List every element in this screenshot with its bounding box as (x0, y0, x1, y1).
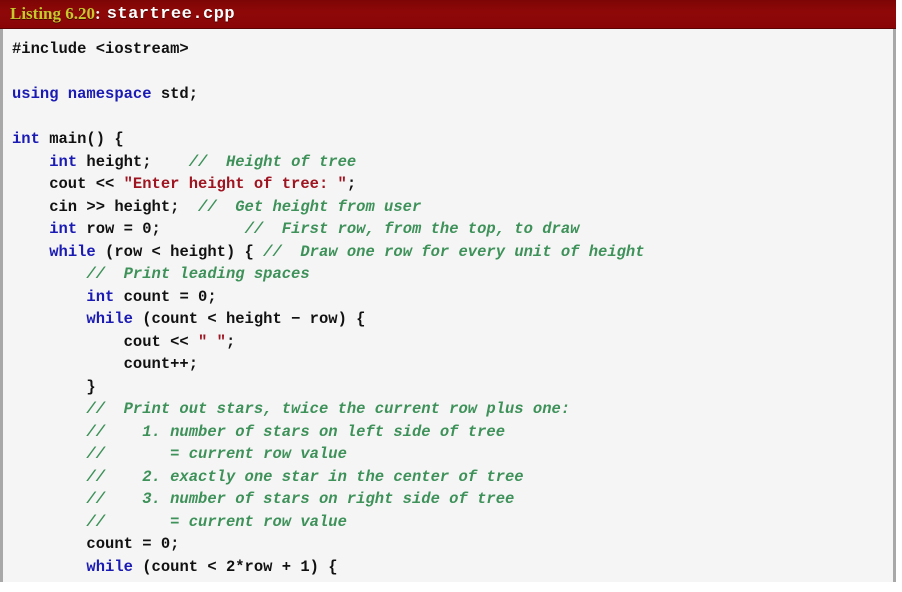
code-token-pln: height; (77, 152, 189, 171)
code-line: while (row < height) { // Draw one row f… (12, 241, 896, 264)
code-token-pln (12, 400, 86, 418)
code-block-container: #include <iostream> using namespace std;… (0, 29, 896, 582)
code-line: count = 0; (12, 533, 896, 556)
code-line: // Print leading spaces (12, 263, 896, 286)
code-token-kw: int (49, 152, 78, 171)
code-token-pln: ; (346, 175, 357, 193)
code-token-pln: std; (151, 85, 199, 103)
code-token-cmt: // Print leading spaces (86, 265, 310, 283)
code-token-cmt: // First row, from the top, to draw (244, 220, 580, 238)
code-token-pln: cin >> height; (12, 197, 199, 216)
code-token-pln: } (12, 377, 96, 396)
code-token-pln: (row < height) { (95, 242, 264, 261)
code-token-cmt: // 2. exactly one star in the center of … (86, 467, 524, 486)
code-token-kw: int (86, 287, 115, 306)
code-line: // = current row value (12, 443, 896, 466)
code-token-pln (12, 310, 86, 328)
code-token-kw: int (12, 130, 40, 148)
code-token-pln: row = 0; (77, 220, 245, 238)
code-token-pln: count = 0; (114, 287, 217, 306)
code-line: #include <iostream> (12, 38, 896, 61)
code-token-str: "Enter height of tree: " (123, 175, 347, 193)
listing-caption-separator: : (95, 4, 101, 23)
code-line: // = current row value (12, 511, 896, 534)
code-token-kw: using namespace (12, 85, 152, 103)
code-line: int count = 0; (12, 286, 896, 309)
code-line: int height; // Height of tree (12, 151, 896, 174)
code-token-pln (12, 445, 86, 463)
code-token-kw: while (86, 310, 133, 328)
code-token-pln (12, 153, 49, 171)
code-token-cmt: // Draw one row for every unit of height (263, 242, 645, 261)
code-line: } (12, 376, 896, 399)
code-line: while (count < height − row) { (12, 308, 896, 331)
code-token-pln (12, 490, 86, 508)
code-line: // 2. exactly one star in the center of … (12, 466, 896, 489)
code-token-kw: int (49, 220, 78, 238)
code-line: cin >> height; // Get height from user (12, 196, 896, 219)
code-token-pln: count++; (12, 355, 199, 373)
code-token-pln (12, 243, 49, 261)
code-token-pln (12, 220, 49, 238)
code-line: cout << "Enter height of tree: "; (12, 173, 896, 196)
code-token-cmt: // 1. number of stars on left side of tr… (86, 422, 505, 441)
code-token-pln: (count < 2*row + 1) { (132, 557, 338, 576)
code-line: using namespace std; (12, 83, 896, 106)
listing-filename-label: startree.cpp (106, 4, 236, 24)
code-token-cmt: // 3. number of stars on right side of t… (86, 490, 515, 508)
code-token-pln: cout << (12, 332, 199, 351)
listing-number-label: Listing 6.20 (10, 4, 96, 23)
code-line: while (count < 2*row + 1) { (12, 556, 896, 579)
code-line: // Print out stars, twice the current ro… (12, 398, 896, 421)
code-line: // 3. number of stars on right side of t… (12, 488, 896, 511)
code-token-pre: #include <iostream> (12, 40, 189, 58)
code-line: cout << " "; (12, 331, 896, 354)
code-token-pln: (count < height − row) { (132, 310, 366, 328)
code-line: int row = 0; // First row, from the top,… (12, 218, 896, 241)
code-token-pln (12, 288, 86, 306)
code-line: count++; (12, 353, 896, 376)
code-token-kw: while (86, 557, 133, 576)
listing-caption-bar: Listing 6.20: startree.cpp (0, 0, 896, 29)
code-line: // 1. number of stars on left side of tr… (12, 421, 896, 444)
code-token-cmt: // = current row value (86, 512, 347, 531)
code-listing-figure: Listing 6.20: startree.cpp #include <iost… (0, 0, 896, 592)
code-right-edge (893, 29, 896, 582)
code-line: int main() { (12, 128, 896, 151)
code-token-pln (12, 265, 86, 283)
code-token-pln: ; (225, 332, 236, 351)
code-token-pln (12, 468, 86, 486)
code-token-pln: cout << (12, 175, 124, 193)
code-token-pln: main() { (39, 130, 124, 148)
code-token-pln (12, 423, 86, 441)
code-token-kw: while (49, 242, 96, 261)
code-token-str: " " (198, 332, 226, 351)
code-token-cmt: // Height of tree (188, 152, 357, 171)
code-token-pln (12, 513, 86, 531)
code-token-cmt: // Get height from user (198, 197, 422, 216)
code-token-cmt: // Print out stars, twice the current ro… (86, 400, 571, 418)
code-token-cmt: // = current row value (86, 445, 347, 463)
code-token-pln (12, 558, 86, 576)
code-token-pln: count = 0; (12, 535, 180, 553)
source-code-text: #include <iostream> using namespace std;… (3, 38, 896, 578)
